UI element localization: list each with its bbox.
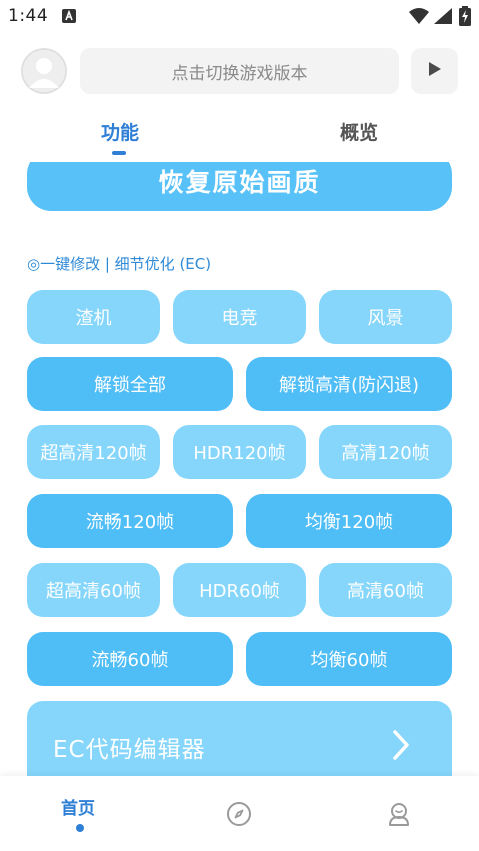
preset-low-end-button[interactable]: 渣机 — [27, 290, 160, 344]
header: 点击切换游戏版本 — [0, 44, 479, 100]
chevron-right-icon — [392, 729, 410, 765]
balanced-120fps-button[interactable]: 均衡120帧 — [246, 494, 452, 548]
ultra-hd-120fps-button[interactable]: 超高清120帧 — [27, 425, 160, 479]
game-version-selector-label: 点击切换游戏版本 — [171, 63, 308, 84]
profile-icon[interactable] — [386, 801, 412, 831]
smooth-60fps-button[interactable]: 流畅60帧 — [27, 632, 233, 686]
bottom-nav: 首页 — [0, 776, 479, 851]
game-version-selector[interactable]: 点击切换游戏版本 — [80, 48, 399, 94]
tab-overview[interactable]: 概览 — [340, 118, 378, 145]
tab-bar: 功能 概览 — [0, 112, 479, 162]
balanced-60fps-button[interactable]: 均衡60帧 — [246, 632, 452, 686]
tab-active-indicator — [112, 151, 126, 155]
user-avatar-icon[interactable] — [21, 48, 67, 94]
hdr-120fps-button[interactable]: HDR120帧 — [173, 425, 306, 479]
section-title: ◎一键修改 | 细节优化 (EC) — [27, 255, 212, 273]
play-button[interactable] — [411, 48, 458, 94]
tab-functions[interactable]: 功能 — [101, 118, 139, 145]
ec-code-editor-card[interactable]: EC代码编辑器 — [27, 701, 452, 776]
play-icon — [428, 61, 442, 81]
compass-icon[interactable] — [226, 801, 252, 831]
cell-signal-icon — [433, 7, 453, 29]
preset-scenery-button[interactable]: 风景 — [319, 290, 452, 344]
unlock-hd-button[interactable]: 解锁高清(防闪退) — [246, 357, 452, 411]
restore-original-quality-button[interactable]: 恢复原始画质 — [27, 162, 452, 211]
hd-60fps-button[interactable]: 高清60帧 — [319, 563, 452, 617]
main-content[interactable]: 恢复原始画质 ◎一键修改 | 细节优化 (EC) 渣机 电竞 风景 解锁全部 解… — [0, 162, 479, 776]
preset-esports-button[interactable]: 电竞 — [173, 290, 306, 344]
hd-120fps-button[interactable]: 高清120帧 — [319, 425, 452, 479]
status-bar: 1:44 — [0, 0, 479, 32]
status-time: 1:44 — [8, 6, 49, 26]
nav-home[interactable]: 首页 — [61, 794, 95, 819]
wifi-icon — [408, 7, 430, 29]
battery-charging-icon — [459, 6, 471, 30]
nav-home-active-dot — [76, 824, 84, 832]
smooth-120fps-button[interactable]: 流畅120帧 — [27, 494, 233, 548]
ultra-hd-60fps-button[interactable]: 超高清60帧 — [27, 563, 160, 617]
a-letter-notification-icon — [62, 9, 76, 23]
unlock-all-button[interactable]: 解锁全部 — [27, 357, 233, 411]
hdr-60fps-button[interactable]: HDR60帧 — [173, 563, 306, 617]
ec-code-editor-label: EC代码编辑器 — [53, 737, 206, 763]
